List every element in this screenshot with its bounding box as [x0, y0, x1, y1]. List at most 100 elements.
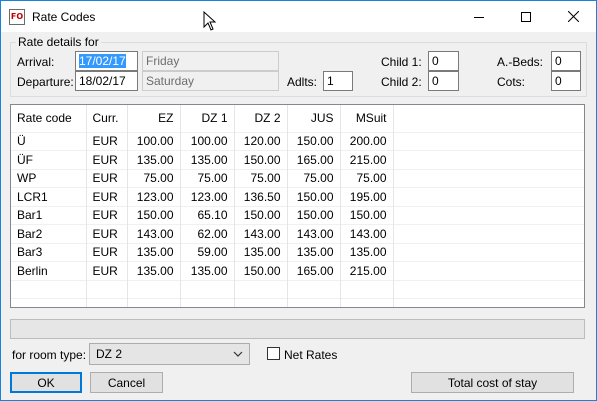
table-row[interactable]: Bar2 EUR 143.00 62.00 143.00 143.00 143.00 [11, 224, 584, 243]
minimize-icon [474, 16, 484, 18]
table-cell: 150.00 [234, 205, 288, 225]
column-header[interactable]: EZ [127, 105, 181, 132]
departure-label: Departure: [17, 75, 74, 89]
departure-date-field[interactable]: 18/02/17 [75, 71, 138, 91]
table-cell: 150.00 [127, 205, 181, 225]
rate-details-group-label: Rate details for [16, 35, 101, 49]
table-row[interactable]: Berlin EUR 135.00 135.00 150.00 165.00 215.00 [11, 261, 584, 280]
child2-field[interactable]: 0 [428, 71, 459, 91]
table-cell: EUR [86, 224, 128, 243]
table-cell: 143.00 [234, 224, 288, 243]
table-cell: 135.00 [180, 261, 235, 280]
table-cell: 150.00 [234, 261, 288, 280]
table-row[interactable]: Bar3 EUR 135.00 59.00 135.00 135.00 135.00 [11, 242, 584, 262]
table-row[interactable]: Ü EUR 100.00 100.00 120.00 150.00 200.00 [11, 131, 584, 151]
maximize-button[interactable] [503, 1, 549, 32]
table-cell-empty [11, 279, 87, 299]
child1-label: Child 1: [381, 55, 422, 69]
table-cell-empty [340, 298, 394, 307]
table-cell: ÜF [11, 150, 87, 169]
window-title: Rate Codes [32, 10, 96, 24]
table-cell-empty [180, 279, 235, 299]
table-cell-empty [234, 298, 288, 307]
table-cell: 165.00 [287, 261, 341, 280]
table-cell: 123.00 [180, 187, 235, 206]
table-cell: 62.00 [180, 224, 235, 243]
table-cell: 75.00 [340, 168, 394, 188]
adults-field[interactable]: 1 [323, 71, 353, 91]
table-row[interactable]: LCR1 EUR 123.00 123.00 136.50 150.00 195.00 [11, 187, 584, 206]
column-header-empty [393, 105, 584, 132]
table-cell: WP [11, 168, 87, 188]
table-cell: EUR [86, 261, 128, 280]
table-row[interactable]: WP EUR 75.00 75.00 75.00 75.00 75.00 [11, 168, 584, 188]
table-cell-empty [234, 279, 288, 299]
table-cell-empty [393, 298, 584, 307]
column-header[interactable]: JUS [287, 105, 341, 132]
table-cell: 215.00 [340, 261, 394, 280]
mouse-cursor-icon [203, 11, 217, 31]
abeds-field[interactable]: 0 [551, 51, 581, 71]
table-row[interactable]: Bar1 EUR 150.00 65.10 150.00 150.00 150.00 [11, 205, 584, 225]
table-cell: Bar3 [11, 242, 87, 262]
close-button[interactable] [550, 1, 596, 32]
table-cell: EUR [86, 131, 128, 151]
table-cell: Bar1 [11, 205, 87, 225]
table-cell: EUR [86, 242, 128, 262]
table-cell: 75.00 [287, 168, 341, 188]
chevron-down-icon [233, 351, 243, 357]
table-cell: 195.00 [340, 187, 394, 206]
cancel-button[interactable]: Cancel [90, 372, 163, 393]
table-cell: 59.00 [180, 242, 235, 262]
table-cell-empty [393, 131, 584, 151]
minimize-button[interactable] [456, 1, 502, 32]
table-cell: 135.00 [180, 150, 235, 169]
table-cell: 136.50 [234, 187, 288, 206]
room-type-dropdown[interactable]: DZ 2 [89, 343, 250, 365]
table-cell: 75.00 [234, 168, 288, 188]
table-cell: 150.00 [234, 150, 288, 169]
child2-label: Child 2: [381, 75, 422, 89]
arrival-day-field: Friday [142, 51, 279, 71]
room-type-selected: DZ 2 [96, 347, 123, 361]
cots-field[interactable]: 0 [551, 71, 581, 91]
table-row[interactable]: ÜF EUR 135.00 135.00 150.00 165.00 215.00 [11, 150, 584, 169]
table-cell-empty [393, 224, 584, 243]
title-bar[interactable]: FO Rate Codes [1, 1, 596, 32]
ok-button[interactable]: OK [10, 372, 82, 393]
column-header[interactable]: DZ 1 [180, 105, 235, 132]
table-cell: EUR [86, 187, 128, 206]
table-cell: 165.00 [287, 150, 341, 169]
table-cell: 143.00 [287, 224, 341, 243]
cots-label: Cots: [497, 75, 526, 89]
table-cell-empty [287, 298, 341, 307]
table-row-empty [11, 279, 584, 299]
departure-day-field: Saturday [142, 71, 279, 91]
rate-codes-list[interactable]: Rate code Curr. EZ DZ 1 DZ 2 JUS MSuit Ü… [10, 104, 585, 308]
table-cell: 135.00 [127, 150, 181, 169]
net-rates-label[interactable]: Net Rates [284, 348, 337, 362]
table-cell: Berlin [11, 261, 87, 280]
column-header[interactable]: Curr. [86, 105, 128, 132]
column-header[interactable]: DZ 2 [234, 105, 288, 132]
rate-codes-window: FO Rate Codes Rate details for Arrival: … [0, 0, 597, 401]
table-cell: 150.00 [340, 205, 394, 225]
table-cell-empty [393, 261, 584, 280]
table-cell: 135.00 [127, 242, 181, 262]
total-cost-button[interactable]: Total cost of stay [411, 372, 574, 393]
table-cell-empty [11, 298, 87, 307]
table-cell: EUR [86, 168, 128, 188]
child1-field[interactable]: 0 [428, 51, 459, 71]
table-cell: 75.00 [180, 168, 235, 188]
table-cell-empty [393, 187, 584, 206]
column-header[interactable]: Rate code [11, 105, 87, 132]
arrival-date-field[interactable]: 17/02/17 [75, 51, 138, 71]
net-rates-checkbox[interactable] [267, 347, 280, 360]
table-cell: EUR [86, 150, 128, 169]
table-cell: 120.00 [234, 131, 288, 151]
column-header[interactable]: MSuit [340, 105, 394, 132]
maximize-icon [521, 11, 531, 22]
table-cell-empty [393, 168, 584, 188]
rate-codes-table: Rate code Curr. EZ DZ 1 DZ 2 JUS MSuit Ü… [11, 105, 584, 307]
table-cell-empty [393, 150, 584, 169]
